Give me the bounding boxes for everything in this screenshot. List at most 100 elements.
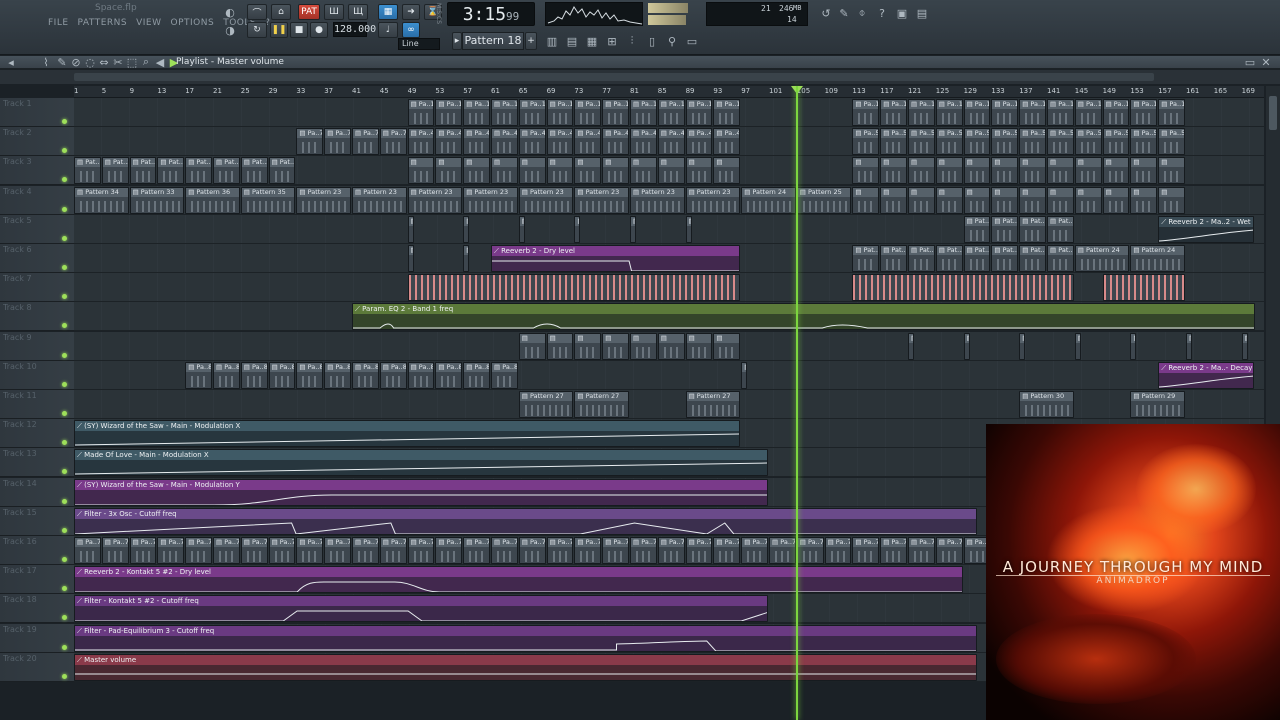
pattern-clip[interactable]: ▤ Pa..4	[546, 128, 574, 156]
pattern-clip[interactable]: ▤	[908, 332, 914, 360]
render-icon[interactable]: ▤	[914, 5, 930, 21]
pattern-clip[interactable]: ▤ Pa..8	[352, 361, 379, 389]
automation-clip[interactable]: ⟋ Reeverb 2 - Dry level	[491, 245, 741, 272]
pattern-clip[interactable]: ▤ Pa..7	[296, 537, 324, 564]
pattern-clip[interactable]: ▤	[1019, 186, 1046, 214]
track-mute-led[interactable]	[62, 119, 67, 124]
pattern-clip[interactable]: ▤ Pat..9	[1019, 215, 1046, 243]
pattern-clip[interactable]: ▤ Pa..5	[1158, 128, 1185, 156]
pattern-clip[interactable]: ▤ Pat..2	[185, 157, 212, 185]
pattern-clip[interactable]: ▤ Pa..7	[796, 537, 824, 564]
track-mute-led[interactable]	[62, 411, 67, 416]
track-mute-led[interactable]	[62, 440, 67, 446]
track-header[interactable]: Track 7	[0, 273, 74, 303]
pattern-clip[interactable]: ▤ Pa..1	[574, 99, 602, 126]
pattern-clip[interactable]: ▤ Pa..4	[491, 128, 518, 156]
pattern-clip[interactable]: ▤ Pa..1	[1158, 99, 1185, 126]
pattern-clip[interactable]: ▤ Pat..2	[963, 245, 991, 272]
pattern-clip[interactable]: ▤ Pa..1	[602, 99, 629, 126]
track-header[interactable]: Track 17	[0, 565, 74, 595]
track-header[interactable]: Track 16	[0, 536, 74, 565]
track-mute-led[interactable]	[62, 557, 67, 562]
pattern-clip[interactable]: ▤	[1130, 157, 1158, 185]
master-volume-knob-icon[interactable]: ◐	[222, 4, 238, 20]
pattern-clip[interactable]: ▤ Pa..1	[991, 99, 1019, 126]
blend-notes-button[interactable]: Щ	[348, 4, 368, 20]
track-lane[interactable]: ▤ Pa..8 ▤ Pa..8 ▤ Pa..8 ▤ Pa..8 ▤ Pa..8 ▤ Pa.…	[74, 360, 1264, 390]
pattern-clip[interactable]: ▤ Pa..7	[74, 537, 101, 564]
pattern-clip[interactable]: ▤	[518, 215, 525, 243]
pattern-clip[interactable]: ▤	[463, 245, 470, 272]
pattern-clip[interactable]: ▤ Pa..7	[240, 537, 268, 564]
pattern-clip[interactable]: ▤	[935, 186, 963, 214]
pattern-clip[interactable]: ▤ Pattern 23	[574, 186, 629, 214]
track-mute-led[interactable]	[62, 615, 67, 621]
track-header[interactable]: Track 15	[0, 506, 74, 536]
pattern-clip[interactable]: ▤ Pat..2	[1047, 245, 1074, 272]
metronome-button[interactable]: ⌂	[271, 4, 291, 20]
pattern-clip[interactable]: ▤ Pat..9	[1047, 215, 1074, 243]
track-header[interactable]: Track 1	[0, 98, 74, 127]
pattern-clip[interactable]: ▤	[963, 157, 991, 185]
pattern-clip[interactable]: ▤ Pa..4	[602, 128, 629, 156]
pattern-clip[interactable]: ▤ Pa..8	[463, 361, 490, 389]
pattern-clip[interactable]: ▤	[574, 157, 602, 185]
pattern-clip[interactable]: ▤ Pa..7	[129, 537, 157, 564]
pattern-clip[interactable]: ▤	[657, 157, 685, 185]
pattern-clip[interactable]: ▤	[574, 332, 602, 360]
pattern-clip[interactable]: ▤ Pat..2	[935, 245, 963, 272]
pattern-clip[interactable]: ▤	[1130, 186, 1158, 214]
pattern-clip[interactable]: ▤ Pattern 35	[240, 186, 296, 214]
pattern-clip[interactable]: ▤ Pa..1	[963, 99, 991, 126]
pattern-clip[interactable]: ▤	[1158, 186, 1185, 214]
track-header[interactable]: Track 13	[0, 448, 74, 478]
pattern-clip[interactable]: ▤ Pattern 23	[407, 186, 463, 214]
pattern-clip[interactable]: ▤	[657, 332, 685, 360]
pattern-clip[interactable]: ▤ Pa..1	[657, 99, 685, 126]
pattern-clip[interactable]: ▤	[713, 157, 741, 185]
pattern-clip[interactable]: ▤ Pa..7	[852, 537, 880, 564]
track-header[interactable]: Track 12	[0, 419, 74, 449]
menu-view[interactable]: VIEW	[136, 18, 161, 28]
pattern-clip[interactable]: ▤ Pa..1	[685, 99, 713, 126]
track-mute-led[interactable]	[62, 527, 67, 533]
pattern-clip[interactable]: ▤ Pa..7	[379, 537, 407, 564]
pattern-clip[interactable]: ▤	[991, 157, 1019, 185]
pattern-clip[interactable]: ▤ Pa..7	[213, 537, 240, 564]
pattern-clip[interactable]: ▤ Pattern 27	[685, 391, 741, 418]
pattern-clip[interactable]: ▤ Pa..7	[101, 537, 129, 564]
help-icon[interactable]: ?	[874, 5, 890, 21]
pattern-clip[interactable]: ▤ Pa..4	[518, 128, 546, 156]
track-lane[interactable]: ▤ Pat..2▤ Pat..2▤ Pat..2▤ Pat..2▤ Pat..2…	[74, 156, 1264, 186]
automation-clip[interactable]: ⟋ Param. EQ 2 - Band 1 freq	[352, 303, 1255, 331]
track-header[interactable]: Track 18	[0, 594, 74, 624]
track-mute-led[interactable]	[62, 206, 67, 212]
menu-patterns[interactable]: PATTERNS	[78, 18, 128, 28]
pattern-clip[interactable]: ▤ Pa..5	[1130, 128, 1158, 156]
pattern-clip[interactable]: ▤ Pattern 24	[1074, 245, 1130, 272]
pattern-clip[interactable]: ▤	[963, 186, 991, 214]
track-header[interactable]: Track 10	[0, 360, 74, 390]
pattern-clip[interactable]: ▤	[685, 332, 713, 360]
pattern-clip[interactable]: ▤ Pat..2	[852, 245, 880, 272]
cable-icon[interactable]: ⚲	[664, 33, 680, 49]
pattern-clip[interactable]: ▤ Pattern 23	[463, 186, 518, 214]
pattern-clip[interactable]: ▤ Pat..9	[991, 215, 1019, 243]
pattern-clip[interactable]: ▤ Pa..7	[352, 537, 379, 564]
pattern-clip[interactable]: ▤	[463, 157, 490, 185]
arrow-left-icon[interactable]: ◂	[3, 54, 19, 70]
pattern-clip[interactable]: ▤	[1019, 332, 1026, 360]
pattern-clip[interactable]: ▤	[963, 332, 970, 360]
pattern-clip[interactable]: ▤ Pa..8	[268, 361, 296, 389]
link-icon[interactable]: ∞	[402, 22, 420, 38]
track-header[interactable]: Track 3	[0, 156, 74, 186]
pattern-clip[interactable]: ▤	[574, 215, 581, 243]
pattern-clip[interactable]: ▤ Pa..5	[1047, 128, 1074, 156]
pattern-clip[interactable]: ▤	[546, 332, 574, 360]
pattern-clip[interactable]: ▤	[1047, 186, 1074, 214]
pattern-clip[interactable]: ▤	[935, 157, 963, 185]
wrench-icon[interactable]: ✎	[836, 5, 852, 21]
pattern-clip[interactable]: ▤ Pa..5	[935, 128, 963, 156]
pattern-clip[interactable]: ▤ Pa..7	[352, 128, 379, 156]
pattern-clip[interactable]: ▤ Pa..7	[713, 537, 741, 564]
